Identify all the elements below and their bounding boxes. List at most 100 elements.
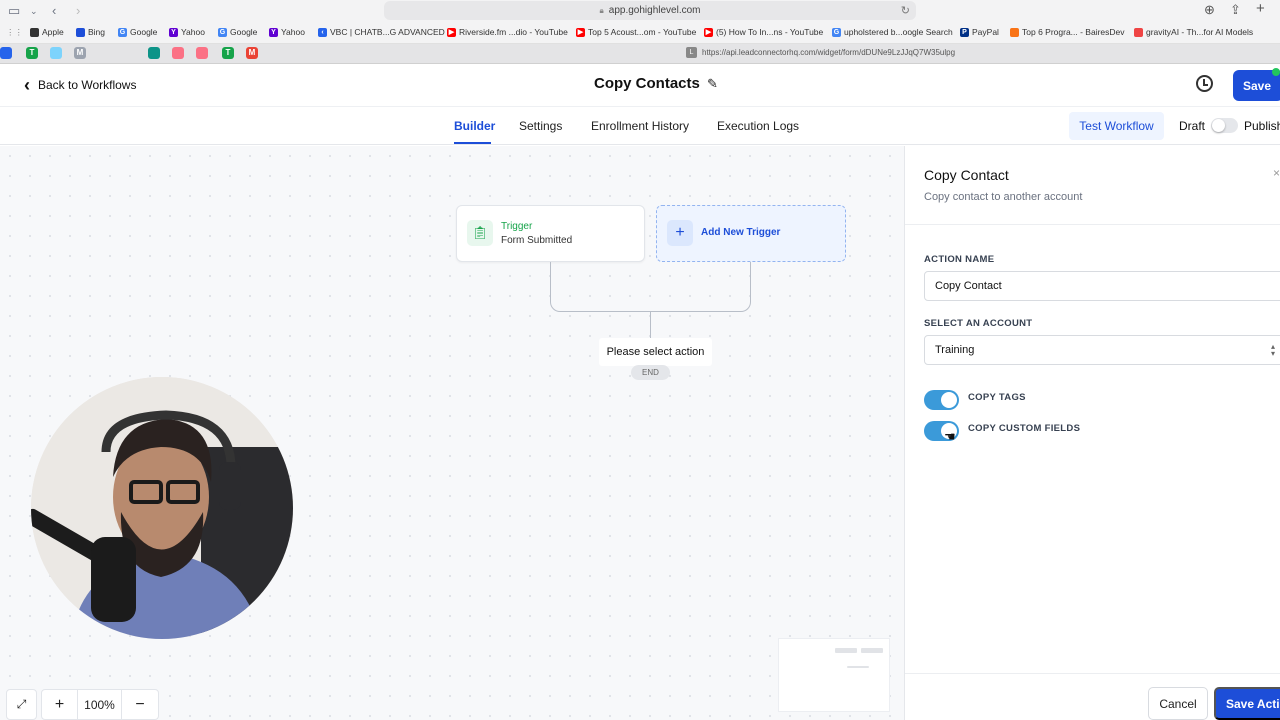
airbnb-icon[interactable] — [196, 47, 208, 59]
app-header: ‹ Back to Workflows Copy Contacts ✎ Save — [0, 64, 1280, 107]
bookmark-item[interactable]: gravityAI - Th...for AI Models — [1134, 27, 1253, 37]
zoom-level: 100% — [78, 690, 122, 719]
bairesdev-icon — [1010, 27, 1019, 37]
grid-icon[interactable]: ⋮⋮ — [6, 27, 23, 38]
pencil-icon[interactable]: ✎ — [707, 76, 718, 92]
bookmark-item[interactable]: Gupholstered b...oogle Search — [832, 27, 953, 37]
forward-arrow-icon[interactable]: › — [76, 3, 80, 18]
minimap[interactable] — [778, 638, 890, 712]
bookmark-label: Bing — [88, 27, 106, 37]
presenter-image — [31, 377, 293, 639]
airbnb-icon[interactable] — [172, 47, 184, 59]
bookmark-item[interactable]: P PayPal — [960, 27, 999, 37]
bookmark-item[interactable]: Top 6 Progra... - BairesDev — [1010, 27, 1125, 37]
bookmark-item[interactable]: Bing — [76, 27, 105, 37]
yahoo-icon: Y — [169, 27, 178, 37]
panel-title: Copy Contact — [924, 167, 1009, 183]
publish-toggle[interactable] — [1211, 118, 1238, 133]
plus-icon: + — [667, 220, 693, 246]
bookmark-item[interactable]: G Google — [218, 27, 257, 37]
bookmark-item[interactable]: ▶ Top 5 Acoust...om - YouTube — [576, 27, 696, 37]
bookmark-label: Top 5 Acoust...om - YouTube — [588, 27, 697, 37]
bookmark-label: VBC | CHATB...G ADVANCED — [330, 27, 445, 37]
bookmark-item[interactable]: Y Yahoo — [169, 27, 205, 37]
pinned-tab-icon[interactable]: T — [222, 47, 234, 59]
bookmark-label: Top 6 Progra... - BairesDev — [1022, 27, 1125, 37]
sidebar-toggle-icon[interactable]: ▭ — [8, 3, 20, 19]
new-tab-icon[interactable]: + — [1256, 0, 1265, 17]
account-value: Training — [935, 344, 975, 356]
pinned-tab-icon[interactable] — [50, 47, 62, 59]
test-workflow-button[interactable]: Test Workflow — [1069, 112, 1164, 140]
bookmark-label: Google — [130, 27, 158, 37]
workflow-title: Copy Contacts — [594, 75, 700, 92]
cancel-button[interactable]: Cancel — [1148, 687, 1208, 720]
add-new-trigger-node[interactable]: + Add New Trigger — [656, 205, 846, 262]
trigger-node[interactable]: 📋︎ Trigger Form Submitted — [456, 205, 645, 262]
bookmark-label: Apple — [42, 27, 64, 37]
action-name-label: ACTION NAME — [924, 254, 995, 265]
action-name-input[interactable]: Copy Contact — [924, 271, 1280, 301]
fit-view-icon[interactable]: ⤢ — [6, 689, 37, 720]
mouse-cursor-icon: ☚ — [944, 429, 956, 444]
bookmark-label: Yahoo — [281, 27, 305, 37]
history-icon[interactable] — [1196, 75, 1213, 92]
select-action-node[interactable]: Please select action — [599, 338, 712, 366]
minimap-node — [835, 648, 857, 653]
zoom-controls: ⤢ + 100% − — [6, 689, 159, 720]
yahoo-icon: Y — [269, 27, 278, 37]
tab-execution-logs[interactable]: Execution Logs — [717, 119, 799, 133]
zoom-group: + 100% − — [41, 689, 159, 720]
copy-custom-fields-label: COPY CUSTOM FIELDS — [968, 423, 1081, 434]
zoom-in-button[interactable]: + — [42, 690, 78, 719]
chevron-down-icon[interactable]: ⌄ — [30, 6, 38, 17]
bookmark-item[interactable]: Y Yahoo — [269, 27, 305, 37]
bookmark-label: PayPal — [972, 27, 999, 37]
pinned-tab-icon[interactable] — [0, 47, 12, 59]
address-text: app.gohighlevel.com — [608, 5, 701, 16]
bookmark-item[interactable]: G Google — [118, 27, 157, 37]
pinned-tab-icon[interactable]: M — [74, 47, 86, 59]
back-label: Back to Workflows — [38, 78, 137, 92]
close-icon[interactable]: × — [1273, 166, 1280, 180]
tab-bar: T M T M L https://api.leadconnectorhq.co… — [0, 44, 1280, 64]
trigger-subtitle: Form Submitted — [501, 235, 573, 246]
save-action-button[interactable]: Save Action — [1214, 687, 1280, 720]
zoom-out-button[interactable]: − — [122, 690, 158, 719]
youtube-icon: ▶ — [704, 27, 713, 37]
gmail-icon[interactable]: M — [246, 47, 258, 59]
tab-builder[interactable]: Builder — [454, 119, 495, 133]
account-select[interactable]: Training ▴ ▾ — [924, 335, 1280, 365]
add-trigger-label: Add New Trigger — [701, 227, 781, 238]
bookmark-item[interactable]: ▶ Riverside.fm ...dio - YouTube — [447, 27, 568, 37]
bookmark-item[interactable]: ▶ (5) How To In...ns - YouTube — [704, 27, 823, 37]
minimap-node — [847, 666, 869, 668]
youtube-icon: ▶ — [447, 27, 456, 37]
back-arrow-icon[interactable]: ‹ — [52, 3, 56, 18]
minimap-node — [861, 648, 883, 653]
copy-tags-toggle[interactable] — [924, 390, 959, 410]
pinned-tab-icon[interactable] — [148, 47, 160, 59]
end-badge: END — [631, 365, 670, 380]
youtube-icon: ▶ — [576, 27, 585, 37]
bookmark-item[interactable]: ‹ VBC | CHATB...G ADVANCED — [318, 27, 445, 37]
bookmark-label: Yahoo — [181, 27, 205, 37]
active-tab[interactable]: L https://api.leadconnectorhq.com/widget… — [686, 47, 955, 58]
gravityai-icon — [1134, 27, 1143, 37]
action-panel: Copy Contact Copy contact to another acc… — [904, 146, 1280, 720]
pinned-tab-icon[interactable]: T — [26, 47, 38, 59]
bookmark-label: Riverside.fm ...dio - YouTube — [459, 27, 568, 37]
bookmark-label: gravityAI - Th...for AI Models — [1146, 27, 1254, 37]
reload-icon[interactable]: ↻ — [901, 4, 910, 17]
address-bar[interactable]: 🔒︎ app.gohighlevel.com ↻ — [384, 1, 916, 20]
download-icon[interactable]: ⊕ — [1204, 2, 1215, 18]
clipboard-icon: 📋︎ — [467, 220, 493, 246]
webcam-overlay — [31, 377, 293, 639]
bookmark-item[interactable]: Apple — [30, 27, 64, 37]
tab-enrollment-history[interactable]: Enrollment History — [591, 119, 689, 133]
share-icon[interactable]: ⇪ — [1230, 2, 1241, 18]
divider — [905, 224, 1280, 225]
back-to-workflows-link[interactable]: ‹ Back to Workflows — [24, 76, 137, 94]
bookmark-label: upholstered b...oogle Search — [844, 27, 953, 37]
tab-settings[interactable]: Settings — [519, 119, 562, 133]
